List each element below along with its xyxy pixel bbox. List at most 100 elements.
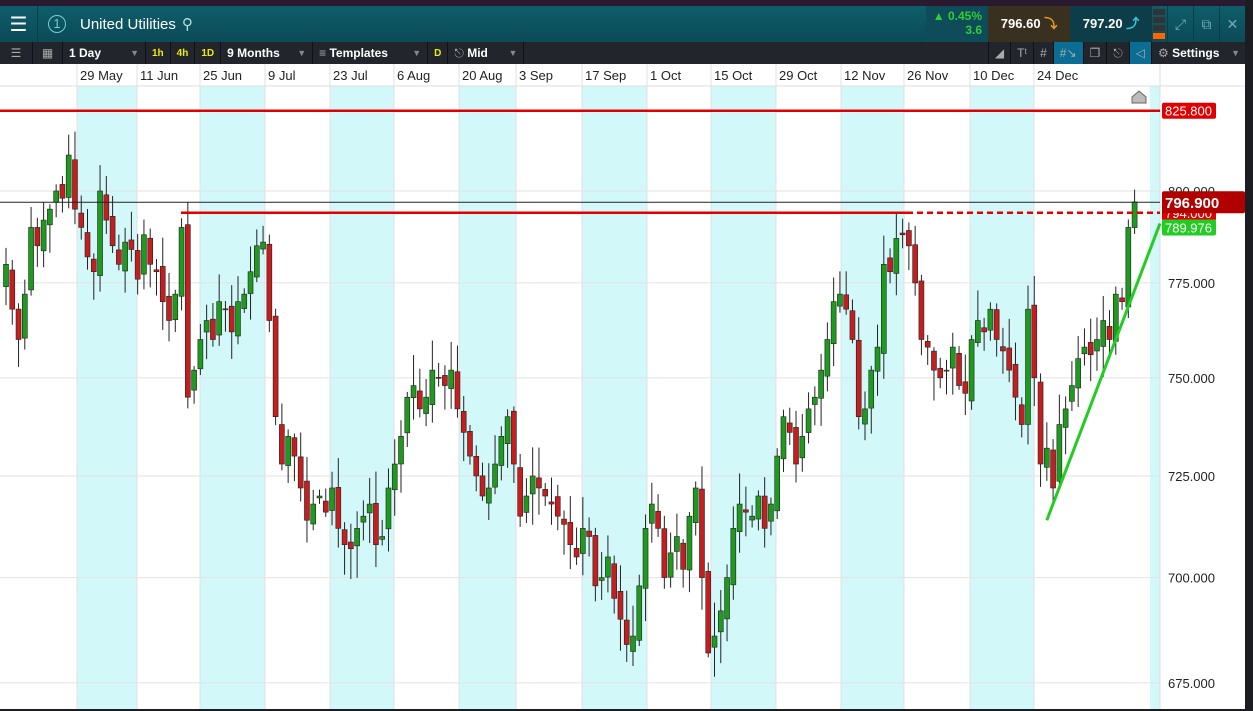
- x-tick-label: 15 Oct: [714, 68, 753, 83]
- quick-1h[interactable]: 1h: [146, 42, 171, 64]
- candle-down: [272, 315, 279, 417]
- candle-up: [247, 271, 254, 294]
- candle-down: [1006, 347, 1013, 371]
- candle-up: [423, 396, 429, 414]
- chevron-down-icon: ▼: [508, 48, 518, 58]
- candle-up: [598, 577, 605, 581]
- candle-up: [316, 495, 323, 499]
- candle-down: [573, 548, 580, 558]
- x-tick-label: 12 Nov: [844, 68, 886, 83]
- candle-up: [805, 408, 812, 433]
- candle-up: [366, 503, 373, 514]
- candle-down: [793, 427, 799, 465]
- candle-down: [335, 487, 342, 529]
- candle-down: [266, 243, 273, 321]
- candle-down: [924, 341, 931, 348]
- candle-down: [467, 431, 473, 457]
- instrument-title: United Utilities: [80, 15, 176, 33]
- settings-button[interactable]: ⚙ Settings ▼: [1152, 42, 1247, 64]
- candle-up: [768, 503, 774, 522]
- candle-down: [567, 522, 574, 545]
- candle-down: [1106, 326, 1113, 340]
- candle-up: [498, 436, 505, 466]
- label-tool-icon[interactable]: ◁: [1129, 42, 1152, 64]
- layers-icon[interactable]: ❐: [1084, 42, 1108, 64]
- candle-down: [511, 410, 517, 465]
- week-band: [1150, 86, 1160, 709]
- chevron-down-icon: ▼: [412, 48, 422, 58]
- y-tick-label: 750.000: [1168, 371, 1215, 386]
- current-price-label: 796.900: [1165, 195, 1219, 212]
- close-icon[interactable]: ✕: [1219, 6, 1245, 42]
- grid-icon[interactable]: #: [1034, 42, 1054, 64]
- change-abs: 3.6: [965, 23, 982, 37]
- candle-down: [185, 224, 191, 398]
- candle-up: [310, 503, 317, 525]
- candle-down: [222, 308, 229, 311]
- x-tick-label: 24 Dec: [1037, 68, 1079, 83]
- x-tick-label: 23 Jul: [333, 68, 368, 83]
- search-icon[interactable]: ⚲: [182, 15, 193, 33]
- candle-down: [166, 295, 172, 321]
- candle-down: [586, 530, 592, 537]
- tab-number-badge[interactable]: 1: [48, 15, 66, 33]
- candle-up: [235, 301, 241, 337]
- expand-icon[interactable]: ⤢: [1167, 6, 1193, 42]
- candle-up: [391, 463, 398, 491]
- popout-icon[interactable]: ⧉: [1193, 6, 1219, 42]
- y-tick-label: 675.000: [1168, 676, 1215, 691]
- candle-up: [285, 436, 291, 466]
- candle-down: [373, 503, 379, 545]
- candle-down: [542, 489, 549, 497]
- candle-up: [1025, 308, 1031, 425]
- quick-1d[interactable]: 1D: [195, 42, 222, 64]
- list-icon[interactable]: ☰: [0, 42, 33, 64]
- candle-down: [1050, 449, 1056, 489]
- candle-up: [1062, 408, 1069, 428]
- range-select[interactable]: 9 Months ▼: [221, 42, 314, 64]
- candle-down: [1037, 381, 1044, 465]
- candle-down: [78, 212, 85, 228]
- interval-select[interactable]: 1 Day ▼: [63, 42, 146, 64]
- candle-up: [28, 227, 34, 291]
- buy-price-button[interactable]: 797.20 ⤴: [1070, 6, 1152, 42]
- candle-up: [949, 346, 956, 369]
- text-tool-icon[interactable]: Tᵗ: [1011, 42, 1035, 64]
- quick-4h[interactable]: 4h: [171, 42, 196, 64]
- price-change: ▲ 0.45% 3.6: [926, 6, 988, 42]
- trend-label: 789.976: [1165, 221, 1212, 236]
- week-band: [77, 86, 137, 709]
- candle-down: [15, 308, 22, 340]
- indicator-icon[interactable]: ⎋: [1107, 42, 1130, 64]
- candle-down: [937, 367, 944, 379]
- templates-select[interactable]: ≡ Templates ▼: [313, 42, 429, 64]
- candle-up: [178, 227, 185, 297]
- candle-down: [906, 230, 912, 247]
- candle-down: [887, 257, 893, 273]
- candle-up: [260, 241, 266, 250]
- templates-label: Templates: [329, 46, 388, 60]
- price-chart[interactable]: 800.000775.000750.000725.000700.000675.0…: [0, 64, 1245, 709]
- d-button[interactable]: D: [428, 42, 449, 64]
- candle-up: [824, 339, 831, 377]
- x-tick-label: 1 Oct: [650, 68, 681, 83]
- candle-up: [686, 515, 693, 571]
- price-type-select[interactable]: ⎋ Mid ▼: [448, 42, 525, 64]
- candle-up: [65, 154, 72, 198]
- candle-up: [1131, 201, 1138, 228]
- sell-price: 796.60: [1000, 16, 1041, 31]
- sell-price-button[interactable]: 796.60 ⤵: [988, 6, 1070, 42]
- draw-line-icon[interactable]: ◢: [987, 42, 1012, 64]
- candle-up: [1075, 358, 1081, 389]
- candle-down: [90, 258, 97, 273]
- layout-icon[interactable]: ▦: [33, 42, 63, 64]
- candle-up: [893, 238, 900, 274]
- candle-up: [141, 234, 147, 275]
- candle-down: [661, 528, 668, 578]
- menu-icon[interactable]: ☰: [0, 6, 38, 42]
- crosshair-icon[interactable]: #↘: [1053, 42, 1084, 64]
- candle-up: [22, 293, 28, 339]
- candle-down: [228, 305, 235, 333]
- candle-up: [191, 369, 197, 391]
- candle-down: [103, 194, 110, 221]
